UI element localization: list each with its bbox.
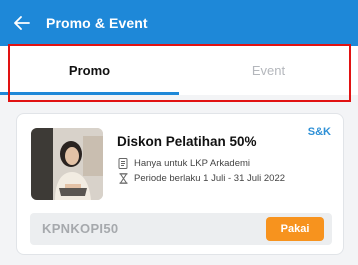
arrow-left-icon[interactable] (12, 13, 32, 33)
tab-event[interactable]: Event (179, 46, 358, 95)
tab-promo[interactable]: Promo (0, 46, 179, 95)
promo-code: KPNKOPI50 (42, 221, 119, 236)
use-promo-button[interactable]: Pakai (266, 217, 324, 241)
promo-eligibility-text: Hanya untuk LKP Arkademi (134, 157, 251, 169)
promo-title: Diskon Pelatihan 50% (117, 134, 257, 149)
promo-eligibility: Hanya untuk LKP Arkademi (117, 157, 250, 169)
document-icon (117, 157, 129, 169)
hourglass-icon (117, 172, 129, 184)
promo-period: Periode berlaku 1 Juli - 31 Juli 2022 (117, 172, 285, 184)
terms-link[interactable]: S&K (308, 126, 331, 138)
app-bar: Promo & Event (0, 0, 358, 46)
tab-bar: Promo Event (0, 46, 358, 95)
promo-image (31, 128, 103, 200)
page-title: Promo & Event (46, 15, 148, 31)
promo-code-box: KPNKOPI50 Pakai (30, 213, 332, 245)
promo-period-text: Periode berlaku 1 Juli - 31 Juli 2022 (134, 172, 286, 184)
promo-card[interactable]: S&K Diskon Pelatihan 50% Hanya untuk LKP… (16, 113, 344, 255)
